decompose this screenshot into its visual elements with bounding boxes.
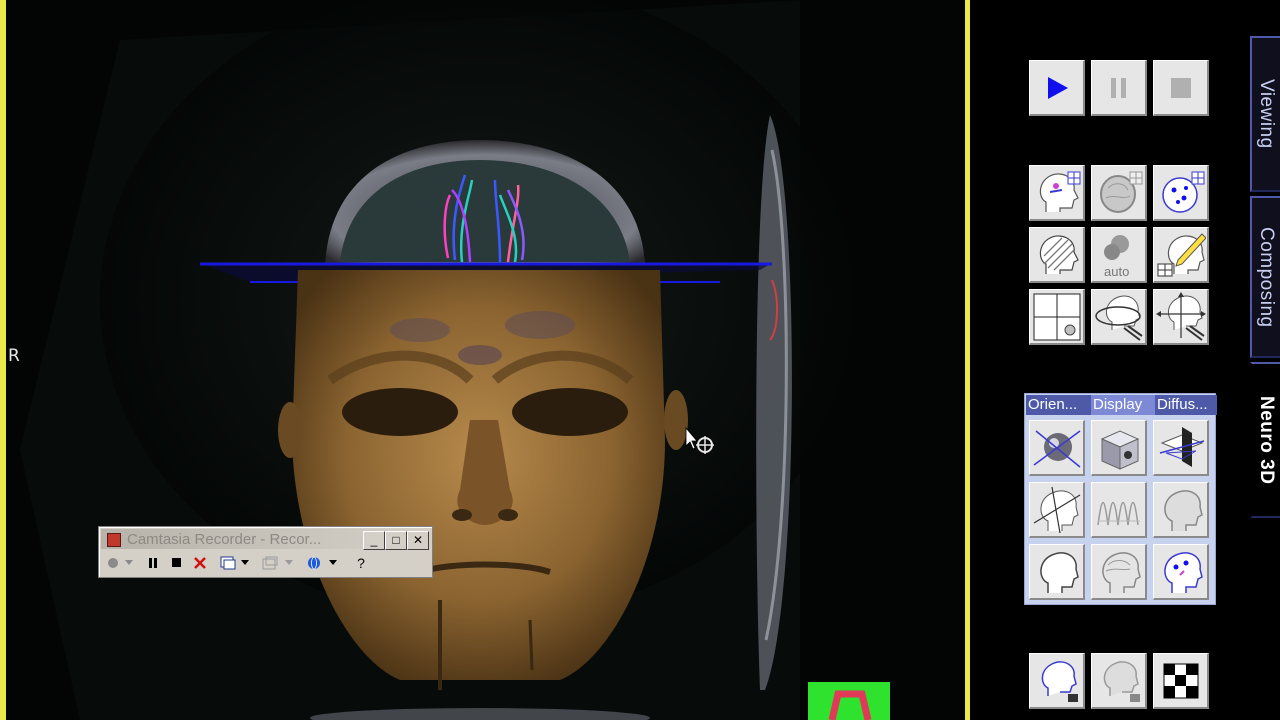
rotate-head-icon xyxy=(1094,294,1143,341)
display-cube-button[interactable] xyxy=(1091,420,1147,476)
side-tab-bar: Viewing Composing Neuro 3D xyxy=(1248,0,1280,720)
close-button[interactable]: ✕ xyxy=(407,531,429,550)
play-button[interactable] xyxy=(1029,60,1085,116)
brain-seeds-button[interactable] xyxy=(1153,165,1209,221)
record-icon[interactable] xyxy=(105,553,121,573)
head-seeds-icon xyxy=(1163,551,1203,593)
camtasia-recorder-window[interactable]: Camtasia Recorder - Recor... _ □ ✕ ? xyxy=(98,526,433,578)
pause-icon xyxy=(1110,77,1126,98)
head-brain-icon xyxy=(1101,551,1141,593)
checkerboard-icon xyxy=(1163,663,1198,698)
brain-view-icon xyxy=(1103,660,1140,702)
display-sphere-button[interactable] xyxy=(1029,420,1085,476)
display-head-brain-button[interactable] xyxy=(1091,544,1147,600)
screen-region-icon[interactable] xyxy=(219,553,237,573)
tab-viewing-label: Viewing xyxy=(1256,79,1277,149)
camtasia-title: Camtasia Recorder - Recor... xyxy=(127,531,322,548)
head-outline-icon xyxy=(1039,551,1079,593)
tab-orientation[interactable]: Orien... xyxy=(1026,395,1091,415)
pan-view-button[interactable] xyxy=(1153,289,1209,345)
auto-segment-icon: auto xyxy=(1103,234,1129,279)
display-slice-head-button[interactable] xyxy=(1029,482,1085,538)
stop-button[interactable] xyxy=(1153,60,1209,116)
web-dropdown-icon[interactable] xyxy=(327,553,339,573)
orthogonal-planes-icon xyxy=(1159,426,1204,467)
brain-seeds-icon xyxy=(1161,171,1204,213)
head-segment-icon xyxy=(1039,171,1080,212)
tab-neuro-3d-label: Neuro 3D xyxy=(1256,395,1277,485)
play-icon xyxy=(1047,76,1068,99)
effects-dropdown-icon[interactable] xyxy=(283,553,295,573)
web-icon[interactable] xyxy=(305,553,323,573)
record-dropdown-icon[interactable] xyxy=(123,553,135,573)
tab-neuro-3d[interactable]: Neuro 3D xyxy=(1250,362,1280,518)
tab-composing-label: Composing xyxy=(1256,226,1277,328)
stop-icon[interactable] xyxy=(169,553,185,573)
camtasia-titlebar[interactable]: Camtasia Recorder - Recor... _ □ ✕ xyxy=(101,529,430,550)
pause-icon[interactable] xyxy=(145,553,161,573)
slice-head-icon xyxy=(1033,486,1080,533)
display-planes-button[interactable] xyxy=(1153,420,1209,476)
camtasia-app-icon xyxy=(107,533,121,547)
brain-grid-icon xyxy=(1099,171,1142,213)
head-view-button[interactable] xyxy=(1029,653,1085,709)
segment-head-button[interactable] xyxy=(1029,165,1085,221)
brain-grid-button[interactable] xyxy=(1091,165,1147,221)
mask-head-button[interactable] xyxy=(1029,227,1085,283)
cube-icon xyxy=(1100,429,1139,470)
display-head-button[interactable] xyxy=(1029,544,1085,600)
maximize-button[interactable]: □ xyxy=(385,531,407,550)
auto-label: auto xyxy=(1104,264,1129,279)
3d-viewer[interactable]: R Camtasia Recorder - Recor... _ □ ✕ ? xyxy=(0,0,970,720)
orientation-label: R xyxy=(8,346,20,366)
camtasia-toolbar: ? xyxy=(99,553,432,575)
hatched-head-icon xyxy=(1039,234,1079,274)
layout-grid-icon xyxy=(1033,293,1080,340)
auto-segment-button[interactable]: auto xyxy=(1091,227,1147,283)
pan-head-icon xyxy=(1155,291,1206,341)
display-wave-button[interactable] xyxy=(1091,482,1147,538)
stop-icon xyxy=(1170,77,1191,98)
rotate-view-button[interactable] xyxy=(1091,289,1147,345)
tab-display[interactable]: Display xyxy=(1091,395,1155,415)
minimize-button[interactable]: _ xyxy=(363,531,385,550)
wave-icon xyxy=(1096,501,1140,525)
effects-icon[interactable] xyxy=(261,553,279,573)
head-view-icon xyxy=(1041,660,1078,702)
rendered-head-volume xyxy=(20,0,890,720)
draw-head-button[interactable] xyxy=(1153,227,1209,283)
pause-button[interactable] xyxy=(1091,60,1147,116)
display-head-outline-button[interactable] xyxy=(1153,482,1209,538)
display-head-seeds-button[interactable] xyxy=(1153,544,1209,600)
sphere-axes-icon xyxy=(1033,429,1080,468)
viewer-border-left xyxy=(0,0,6,720)
tab-viewing[interactable]: Viewing xyxy=(1250,36,1280,192)
layout-grid-button[interactable] xyxy=(1029,289,1085,345)
region-dropdown-icon[interactable] xyxy=(239,553,251,573)
brain-view-button[interactable] xyxy=(1091,653,1147,709)
delete-icon[interactable] xyxy=(191,553,209,573)
tab-composing[interactable]: Composing xyxy=(1250,196,1280,358)
head-outline-gray-icon xyxy=(1163,489,1203,531)
help-icon[interactable]: ? xyxy=(353,553,369,573)
checker-view-button[interactable] xyxy=(1153,653,1209,709)
pencil-head-icon xyxy=(1157,232,1206,276)
tab-diffusion[interactable]: Diffus... xyxy=(1155,395,1217,415)
